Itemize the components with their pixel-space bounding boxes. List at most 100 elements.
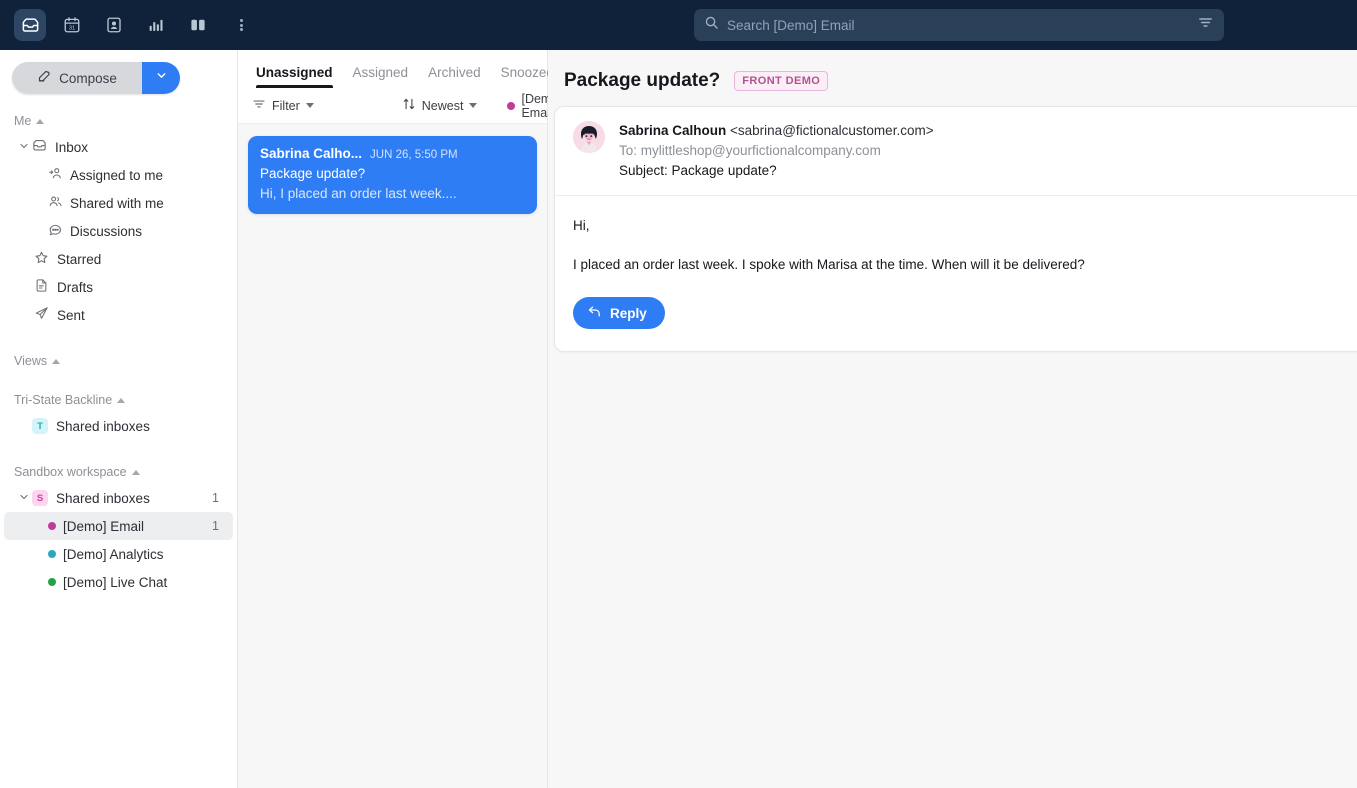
sidebar-section-tri-state-label: Tri-State Backline — [14, 393, 113, 407]
page-title: Package update? — [564, 70, 721, 91]
sidebar-item-label: Sent — [57, 307, 85, 323]
sidebar-item-starred[interactable]: Starred — [4, 245, 233, 273]
sidebar-item-label: Starred — [57, 251, 102, 267]
nav-inbox-button[interactable] — [14, 9, 46, 41]
reply-button[interactable]: Reply — [573, 297, 665, 329]
nav-split-view-button[interactable] — [182, 9, 214, 41]
sidebar-item-demo-live-chat[interactable]: [Demo] Live Chat — [4, 568, 233, 596]
filter-button[interactable]: Filter — [252, 97, 314, 114]
chevron-down-icon[interactable] — [18, 140, 30, 155]
search-input[interactable] — [727, 17, 1197, 33]
tab-unassigned[interactable]: Unassigned — [256, 65, 333, 88]
sidebar-item-label: Shared inboxes — [56, 418, 150, 434]
chevron-down-icon — [155, 69, 168, 87]
filter-lines-icon — [252, 97, 266, 114]
app-body: Compose Me Inbox Assigned to me Shared w… — [0, 50, 1357, 788]
sidebar-section-sandbox-workspace[interactable]: Sandbox workspace — [0, 465, 237, 479]
sidebar-item-demo-analytics[interactable]: [Demo] Analytics — [4, 540, 233, 568]
sidebar-item-tri-state-shared-inboxes[interactable]: T Shared inboxes — [4, 412, 233, 440]
inbox-tray-icon — [32, 138, 47, 156]
sidebar-item-demo-email[interactable]: [Demo] Email 1 — [4, 512, 233, 540]
inbox-dot-icon — [507, 101, 516, 110]
chevron-down-icon — [469, 103, 478, 108]
message-meta: Sabrina Calhoun <sabrina@fictionalcustom… — [619, 121, 934, 181]
compose-dropdown-button[interactable] — [142, 62, 180, 94]
message-card: Sabrina Calhoun <sabrina@fictionalcustom… — [554, 106, 1357, 352]
sidebar-section-me-label: Me — [14, 114, 32, 128]
tab-archived[interactable]: Archived — [428, 65, 481, 88]
sidebar-item-drafts[interactable]: Drafts — [4, 273, 233, 301]
sidebar-section-tri-state-backline[interactable]: Tri-State Backline — [0, 393, 237, 407]
sidebar-item-label: Shared inboxes — [56, 490, 150, 506]
inbox-dot-icon — [48, 522, 56, 530]
top-nav: 31 — [14, 9, 254, 41]
search-icon — [704, 15, 719, 35]
sidebar-item-count: 1 — [212, 519, 219, 533]
sidebar-item-shared-with-me[interactable]: Shared with me — [4, 189, 233, 217]
list-toolbar: Filter Newest [Demo] Email — [238, 88, 576, 124]
split-view-icon — [189, 16, 207, 34]
conversation-item[interactable]: Sabrina Calho... JUN 26, 5:50 PM Package… — [248, 136, 537, 214]
sidebar-item-label: [Demo] Analytics — [63, 546, 164, 562]
filter-label: Filter — [272, 98, 300, 113]
inbox-icon — [21, 16, 40, 35]
star-icon — [34, 250, 49, 268]
sidebar-section-views-label: Views — [14, 354, 48, 368]
sent-paper-plane-icon — [34, 306, 49, 324]
sidebar-item-label: Inbox — [55, 139, 89, 155]
message-subject-value: Package update? — [671, 163, 777, 178]
sidebar: Compose Me Inbox Assigned to me Shared w… — [0, 50, 238, 788]
more-options-icon — [239, 17, 243, 33]
sidebar-section-views[interactable]: Views — [0, 354, 237, 368]
nav-analytics-button[interactable] — [140, 9, 172, 41]
chevron-up-icon — [52, 358, 61, 364]
sidebar-item-discussions[interactable]: Discussions — [4, 217, 233, 245]
chevron-up-icon — [36, 118, 45, 124]
nav-calendar-button[interactable]: 31 — [56, 9, 88, 41]
reply-arrow-icon — [587, 304, 602, 322]
compose-button-group: Compose — [12, 62, 180, 94]
sidebar-section-me[interactable]: Me — [0, 114, 237, 128]
compose-pencil-icon — [37, 69, 52, 87]
message-subject-label: Subject: — [619, 163, 672, 178]
conversation-list-column: Unassigned Assigned Archived Snoozed Tra… — [238, 50, 663, 788]
sort-button[interactable]: Newest — [402, 97, 478, 114]
sidebar-item-sandbox-shared-inboxes[interactable]: S Shared inboxes 1 — [4, 484, 233, 512]
conversation-tabs: Unassigned Assigned Archived Snoozed Tra… — [238, 50, 663, 88]
assigned-person-icon — [48, 166, 63, 184]
reply-label: Reply — [610, 305, 647, 321]
message-sender-name: Sabrina Calhoun — [619, 123, 727, 138]
sort-arrows-icon — [402, 97, 416, 114]
sidebar-item-inbox[interactable]: Inbox — [4, 133, 233, 161]
analytics-icon — [147, 16, 165, 34]
sidebar-item-sent[interactable]: Sent — [4, 301, 233, 329]
sidebar-item-count: 1 — [212, 491, 219, 505]
inbox-dot-icon — [48, 550, 56, 558]
svg-text:31: 31 — [69, 26, 75, 32]
contacts-icon — [105, 16, 123, 34]
message-subject-row: Subject: Package update? — [619, 161, 934, 181]
sidebar-item-assigned-to-me[interactable]: Assigned to me — [4, 161, 233, 189]
conversation-sender: Sabrina Calho... — [260, 146, 363, 161]
message-to-value: mylittleshop@yourfictionalcompany.com — [640, 143, 881, 158]
chevron-down-icon — [305, 103, 314, 108]
draft-document-icon — [34, 278, 49, 296]
chevron-up-icon — [117, 397, 126, 403]
nav-contacts-button[interactable] — [98, 9, 130, 41]
compose-button[interactable]: Compose — [12, 62, 142, 94]
thread-header: Package update? FRONT DEMO — [548, 50, 1357, 106]
conversation-header: Sabrina Calho... JUN 26, 5:50 PM — [260, 146, 525, 161]
search-bar[interactable] — [694, 9, 1224, 41]
calendar-icon: 31 — [63, 16, 81, 34]
conversation-timestamp: JUN 26, 5:50 PM — [370, 149, 458, 161]
status-badge: FRONT DEMO — [734, 71, 829, 91]
chevron-down-icon[interactable] — [18, 491, 30, 506]
shared-people-icon — [48, 194, 63, 212]
sidebar-item-label: [Demo] Live Chat — [63, 574, 168, 590]
tab-assigned[interactable]: Assigned — [353, 65, 409, 88]
tab-snoozed[interactable]: Snoozed — [501, 65, 554, 88]
message-sender-row: Sabrina Calhoun <sabrina@fictionalcustom… — [619, 121, 934, 141]
sidebar-item-label: Drafts — [57, 279, 94, 295]
nav-more-options-button[interactable] — [228, 9, 254, 41]
search-filter-icon[interactable] — [1197, 14, 1214, 36]
